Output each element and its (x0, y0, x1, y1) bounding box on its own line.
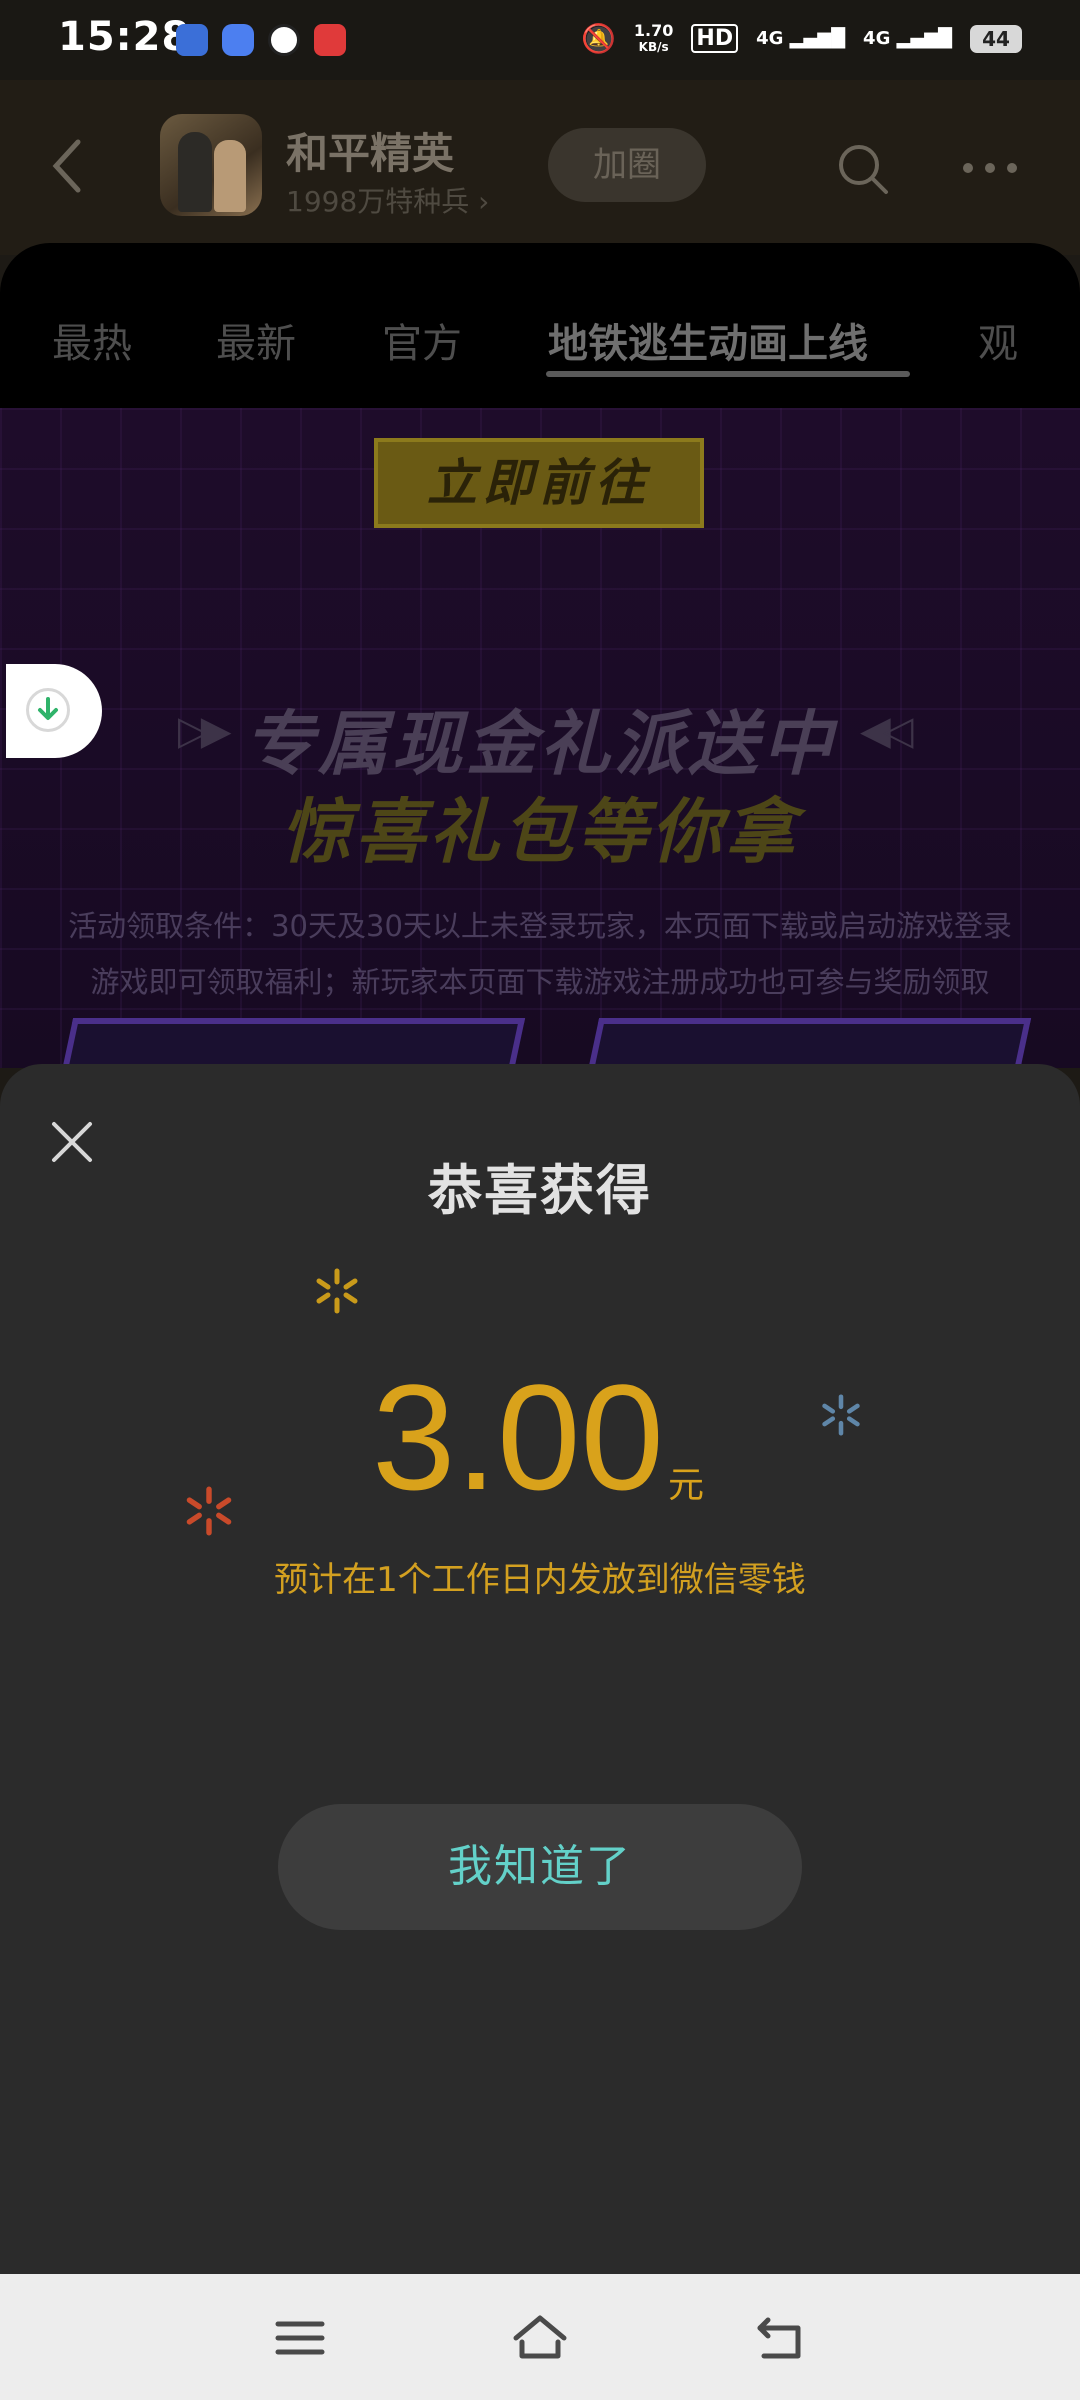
promo-banner: 立即前往 ▷▶ ◀◁ 专属现金礼派送中 惊喜礼包等你拿 活动领取条件：30天及3… (0, 408, 1080, 1068)
home-icon[interactable] (510, 2308, 570, 2368)
battery-icon: 44 (970, 24, 1022, 53)
mute-bell-icon: 🔕 (581, 22, 616, 55)
back-icon[interactable] (750, 2308, 810, 2368)
status-time: 15:28 (58, 14, 191, 60)
acknowledge-button[interactable]: 我知道了 (278, 1804, 802, 1930)
system-nav-bar (0, 2274, 1080, 2400)
net-speed-value: 1.70 (633, 20, 674, 40)
promo-card-right[interactable] (580, 1018, 1032, 1068)
reward-unit: 元 (668, 1465, 705, 1506)
signal-1-icon: 4G ▂▄▆█ (756, 28, 846, 49)
more-options-icon[interactable] (960, 158, 1020, 178)
tab-newest[interactable]: 最新 (216, 311, 296, 369)
promo-terms: 活动领取条件：30天及30天以上未登录玩家，本页面下载或启动游戏登录 游戏即可领… (0, 898, 1080, 1010)
promo-card-left[interactable] (54, 1018, 526, 1068)
reward-sheet: 恭喜获得 3.00 元 预计在1个工作日内发放到微信零钱 我知道了 (0, 1064, 1080, 2274)
payout-note: 预计在1个工作日内发放到微信零钱 (274, 1560, 806, 1600)
sheet-title: 恭喜获得 (428, 1159, 652, 1222)
hd-voice-badge: HD (691, 24, 739, 53)
go-now-button[interactable]: 立即前往 (374, 438, 704, 528)
chart-app-icon (176, 24, 208, 56)
tab-hottest[interactable]: 最热 (52, 311, 132, 369)
hand-app-icon (268, 24, 300, 56)
community-header: 和平精英 1998万特种兵 › 加圈 (0, 80, 1080, 255)
tab-official[interactable]: 官方 (382, 311, 462, 369)
battery-level: 44 (982, 26, 1010, 51)
menu-icon[interactable] (270, 2308, 330, 2368)
status-bar: 15:28 🔕 1.70 KB/s HD 4G ▂▄▆█ 4G ▂▄▆█ 44 (0, 0, 1080, 80)
download-floating-button[interactable] (6, 664, 102, 758)
signal-2-label: 4G (863, 28, 891, 49)
notification-icons (176, 24, 346, 56)
download-arrow-icon (38, 697, 58, 720)
signal-2-icon: 4G ▂▄▆█ (863, 28, 952, 49)
reward-amount: 3.00 (372, 1353, 664, 1521)
back-arrow-icon[interactable] (48, 136, 88, 196)
tab-watch[interactable]: 观 (978, 311, 1018, 369)
chevron-right-icon: › (478, 185, 490, 218)
promo-terms-line1: 活动领取条件：30天及30天以上未登录玩家，本页面下载或启动游戏登录 (68, 909, 1012, 943)
community-name[interactable]: 和平精英 (286, 120, 454, 181)
community-members[interactable]: 1998万特种兵 › (286, 180, 489, 220)
game-avatar[interactable] (160, 114, 262, 216)
sparkle-red-icon (186, 1486, 232, 1536)
hd-label: HD (696, 26, 734, 51)
sparkle-gold-icon (316, 1268, 358, 1314)
tab-bar: 最热 最新 官方 地铁逃生动画上线 观 (0, 243, 1080, 408)
search-icon[interactable] (836, 142, 890, 196)
active-tab-indicator (546, 371, 910, 377)
avatar-figure-girl (214, 140, 246, 212)
shop-app-icon (314, 24, 346, 56)
status-indicators: 🔕 1.70 KB/s HD 4G ▂▄▆█ 4G ▂▄▆█ 44 (581, 22, 1022, 55)
promo-terms-line2: 游戏即可领取福利；新玩家本页面下载游戏注册成功也可参与奖励领取 (90, 965, 990, 999)
avatar-figure-soldier (178, 132, 212, 212)
tab-metro-escape[interactable]: 地铁逃生动画上线 (548, 311, 868, 369)
promo-subheadline: 惊喜礼包等你拿 (281, 791, 799, 873)
network-speed: 1.70 KB/s (633, 20, 674, 55)
join-button[interactable]: 加圈 (548, 128, 706, 202)
browser-app-icon (222, 24, 254, 56)
promo-headline: 专属现金礼派送中 (244, 703, 836, 785)
members-count: 1998万特种兵 (286, 185, 470, 218)
screen: 15:28 🔕 1.70 KB/s HD 4G ▂▄▆█ 4G ▂▄▆█ 44 (0, 0, 1080, 2400)
signal-1-label: 4G (756, 28, 784, 49)
net-speed-unit: KB/s (638, 39, 669, 54)
sparkle-blue-icon (822, 1394, 860, 1436)
